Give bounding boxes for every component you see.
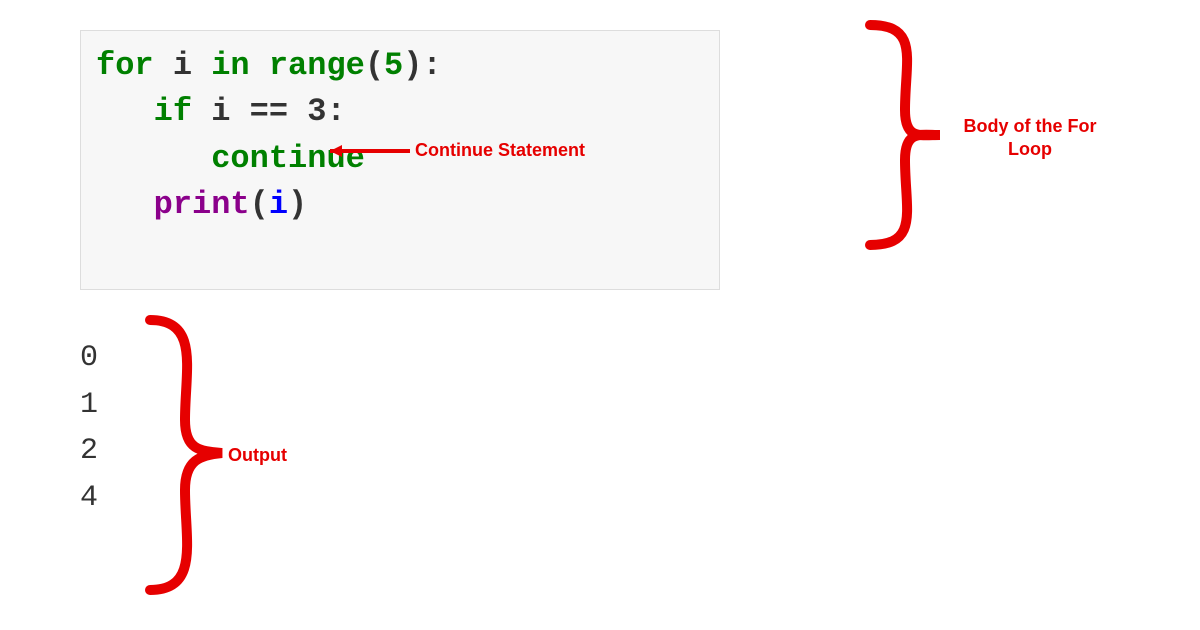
code-line-4: print(i): [96, 182, 704, 228]
code-line-3: continue: [96, 136, 704, 182]
keyword-if: if: [154, 93, 192, 130]
output-line: 2: [80, 428, 98, 475]
indent: [96, 140, 211, 177]
keyword-continue: continue: [211, 140, 365, 177]
paren-close: ): [288, 186, 307, 223]
indent: [96, 186, 154, 223]
keyword-in: in: [211, 47, 249, 84]
code-block: for i in range(5): if i == 3: continue p…: [80, 30, 720, 290]
paren-open: (: [250, 186, 269, 223]
output-line: 4: [80, 475, 98, 522]
keyword-for: for: [96, 47, 154, 84]
var-i: i: [154, 47, 212, 84]
output-line: 1: [80, 382, 98, 429]
output-block: 0 1 2 4: [80, 335, 98, 521]
number-5: 5: [384, 47, 403, 84]
condition: i == 3:: [192, 93, 346, 130]
annotation-continue: Continue Statement: [415, 140, 585, 161]
code-line-1: for i in range(5):: [96, 43, 704, 89]
output-line: 0: [80, 335, 98, 382]
brace-body: [870, 25, 940, 245]
arg-i: i: [269, 186, 288, 223]
annotation-body: Body of the For Loop: [960, 115, 1100, 162]
brace-output: [150, 320, 222, 590]
paren-close-colon: ):: [403, 47, 441, 84]
paren-open: (: [365, 47, 384, 84]
fn-range: range: [250, 47, 365, 84]
code-line-2: if i == 3:: [96, 89, 704, 135]
annotation-output: Output: [228, 445, 287, 466]
fn-print: print: [154, 186, 250, 223]
indent: [96, 93, 154, 130]
